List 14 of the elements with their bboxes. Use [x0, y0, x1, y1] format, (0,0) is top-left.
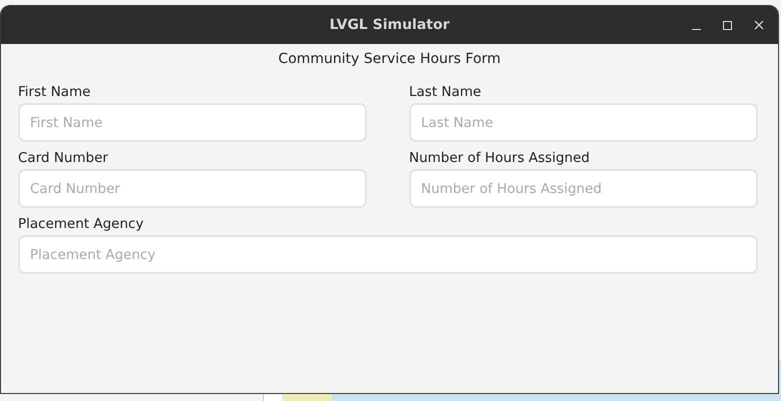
field-label: First Name [18, 83, 92, 101]
field-label: Card Number [18, 149, 110, 167]
field-label: Number of Hours Assigned [409, 149, 591, 167]
text-field[interactable]: Last Name [409, 103, 758, 142]
field-label: Last Name [409, 83, 482, 101]
text-field[interactable]: First Name [18, 103, 367, 142]
close-icon[interactable] [754, 20, 764, 30]
maximize-icon[interactable] [723, 20, 732, 30]
text-field[interactable]: Placement Agency [18, 235, 758, 274]
window-title: LVGL Simulator [330, 16, 450, 34]
form-title: Community Service Hours Form [277, 50, 502, 69]
field-label: Placement Agency [18, 215, 145, 233]
text-field[interactable]: Card Number [18, 169, 367, 208]
text-field[interactable]: Number of Hours Assigned [409, 169, 758, 208]
